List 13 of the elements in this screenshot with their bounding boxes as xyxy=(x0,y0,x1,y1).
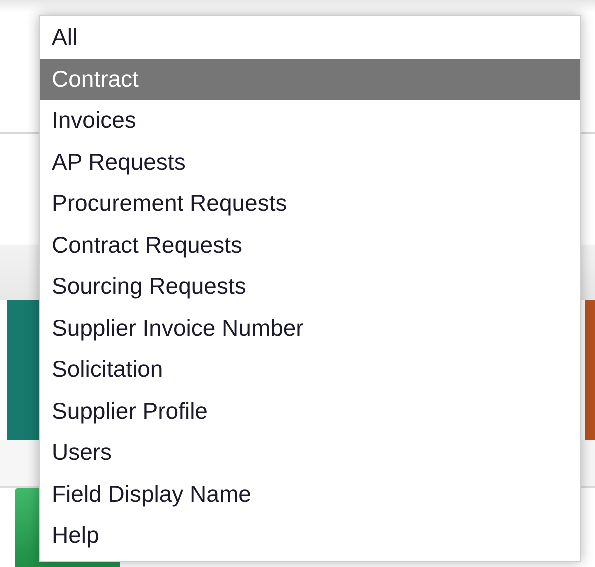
dropdown-option[interactable]: All xyxy=(40,17,580,58)
dropdown-option[interactable]: Contract xyxy=(40,58,580,100)
dropdown-option[interactable]: Contract Requests xyxy=(40,224,580,266)
dropdown-option[interactable]: Help xyxy=(40,515,580,556)
dropdown-option[interactable]: AP Requests xyxy=(40,142,580,183)
dropdown-option[interactable]: Supplier Invoice Number xyxy=(40,308,580,349)
dropdown-option[interactable]: Supplier Profile xyxy=(40,390,580,432)
dropdown-option[interactable]: Sourcing Requests xyxy=(40,266,580,308)
dropdown-option[interactable]: Procurement Requests xyxy=(40,183,580,224)
dropdown-option[interactable]: Solicitation xyxy=(40,349,580,390)
dropdown-option[interactable]: Field Display Name xyxy=(40,474,580,515)
dropdown-option[interactable]: Invoices xyxy=(40,100,580,142)
dropdown-option[interactable]: Users xyxy=(40,432,580,474)
